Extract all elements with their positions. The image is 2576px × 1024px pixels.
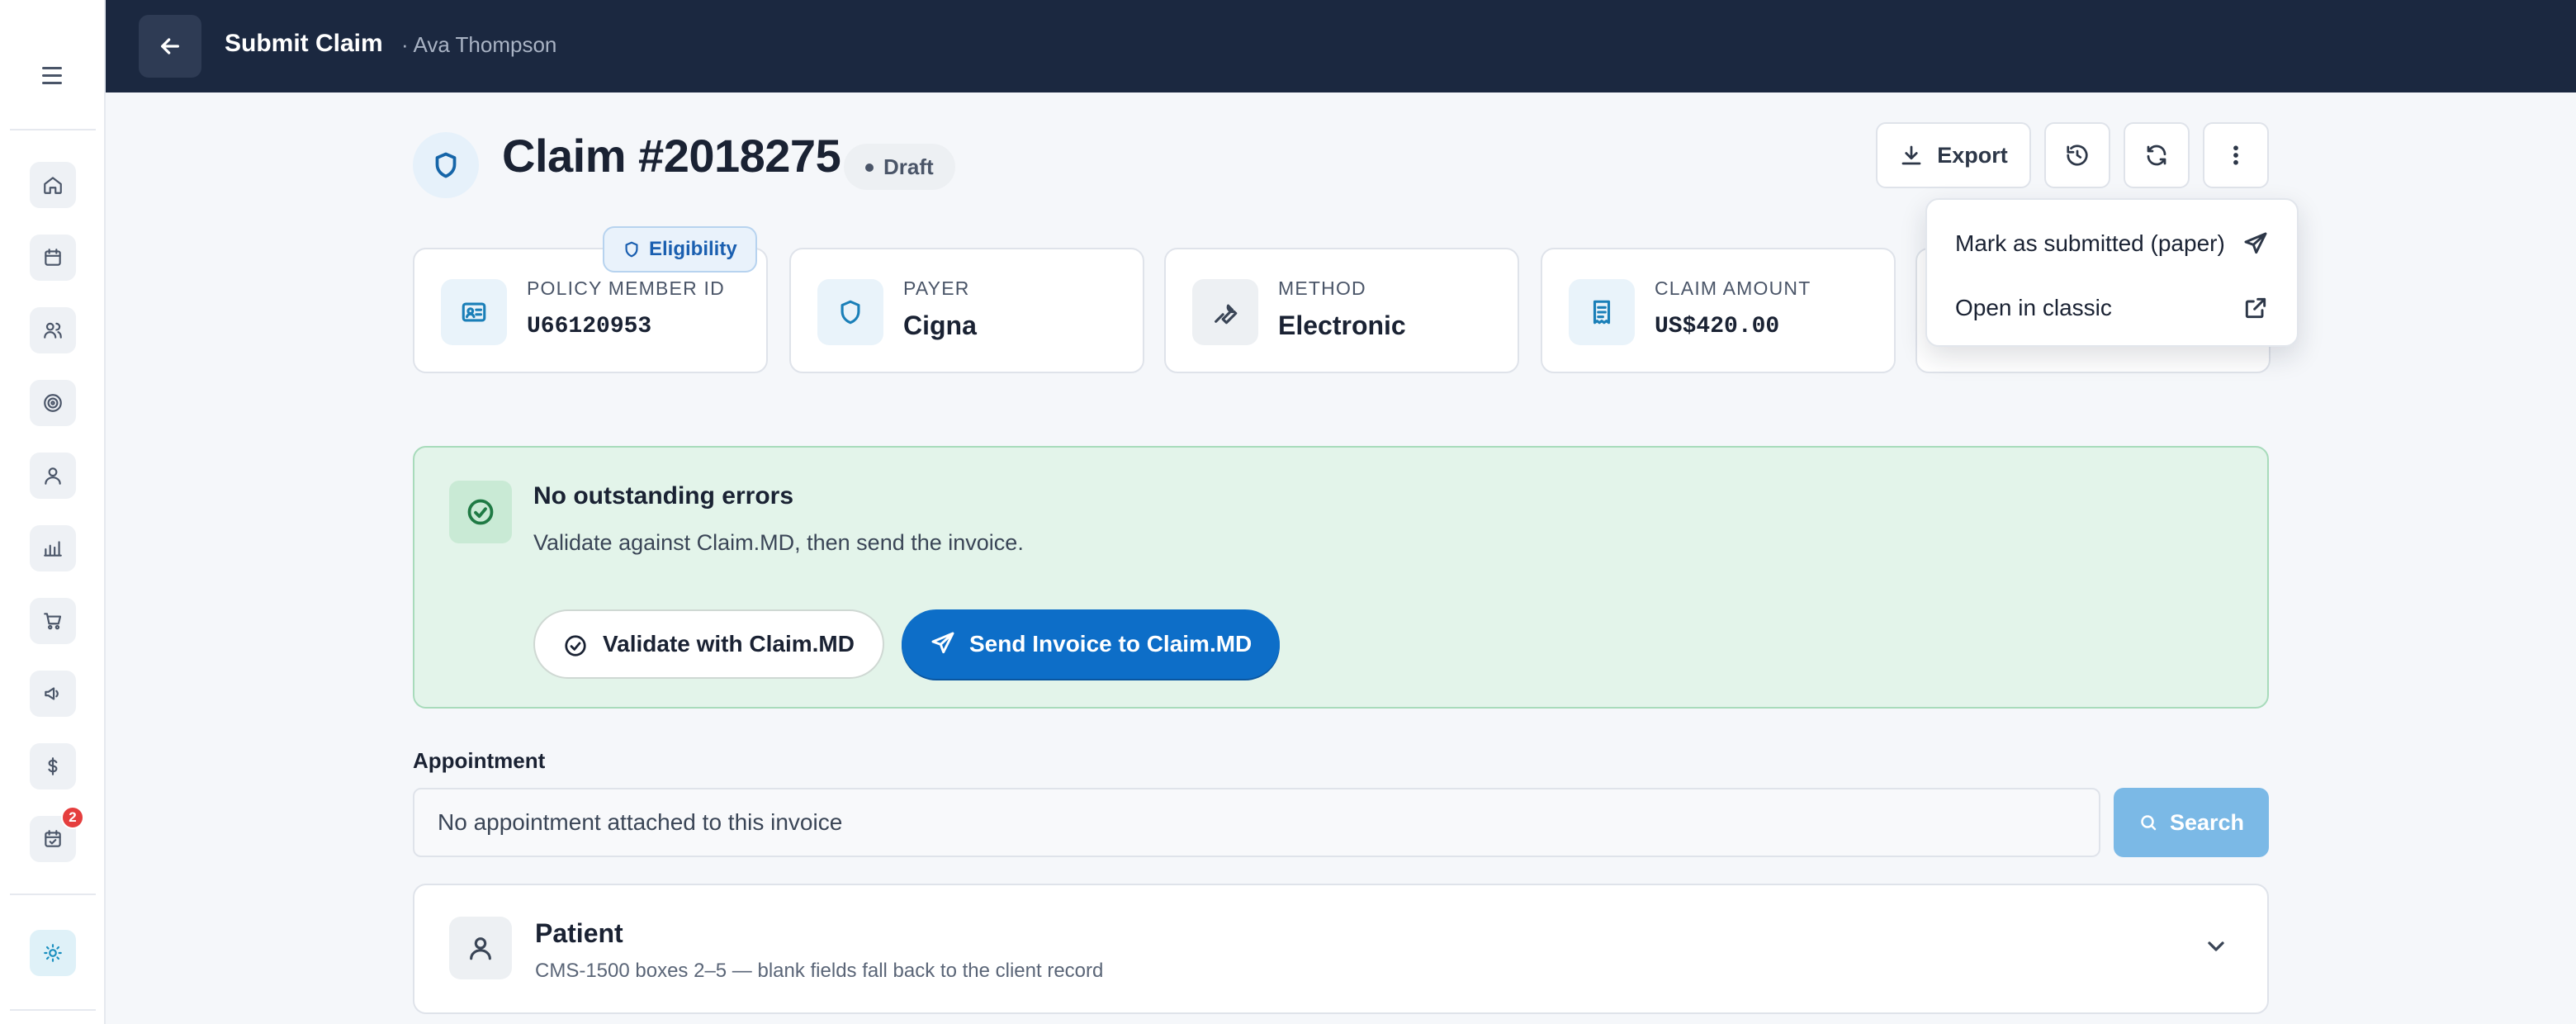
card-value: U66120953 <box>527 314 652 339</box>
section-subtitle: CMS-1500 boxes 2–5 — blank fields fall b… <box>535 960 1104 982</box>
status-title: No outstanding errors <box>533 482 794 510</box>
menu-toggle-icon[interactable] <box>38 61 66 89</box>
notification-badge: 2 <box>61 806 84 829</box>
card-value: Cigna <box>903 311 977 340</box>
sidebar-item-theme[interactable] <box>30 930 76 976</box>
target-icon <box>44 394 62 412</box>
calendar-icon <box>45 249 61 266</box>
clients-icon <box>44 322 62 339</box>
back-button[interactable] <box>139 15 201 78</box>
export-label: Export <box>1937 142 2008 168</box>
search-label: Search <box>2169 809 2245 835</box>
sidebar-item-home[interactable] <box>30 162 76 208</box>
validate-label: Validate with Claim.MD <box>603 631 855 657</box>
send-invoice-button[interactable]: Send Invoice to Claim.MD <box>902 609 1281 679</box>
more-options-menu: Mark as submitted (paper) Open in classi… <box>1925 198 2299 347</box>
claim-shield-icon <box>413 132 479 198</box>
shield-icon <box>817 279 883 345</box>
check-circle-icon <box>449 481 512 543</box>
check-circle-icon <box>565 635 586 657</box>
patient-section[interactable]: Patient CMS-1500 boxes 2–5 — blank field… <box>413 884 2269 1014</box>
card-label: Method <box>1278 277 1366 299</box>
sun-icon <box>44 944 62 962</box>
sidebar-divider <box>10 894 96 895</box>
sidebar-item-billing[interactable] <box>30 743 76 789</box>
arrow-left-icon <box>161 38 179 55</box>
eligibility-label: Eligibility <box>649 238 737 260</box>
more-vertical-icon <box>2233 145 2238 165</box>
download-icon <box>1901 145 1921 165</box>
card-label: Payer <box>903 277 970 299</box>
wrench-icon <box>1192 279 1258 345</box>
client-name: · Ava Thompson <box>401 32 557 57</box>
refresh-button[interactable] <box>2124 122 2190 188</box>
dollar-icon <box>48 757 58 775</box>
eligibility-badge[interactable]: Eligibility <box>603 226 757 273</box>
page-title: Submit Claim <box>225 30 383 57</box>
section-title: Patient <box>535 918 623 948</box>
chevron-down-icon[interactable] <box>2203 933 2229 960</box>
sidebar-divider <box>10 129 96 130</box>
user-icon <box>449 917 512 979</box>
status-text: Validate against Claim.MD, then send the… <box>533 530 1024 555</box>
calendar-check-icon <box>45 830 61 847</box>
card-label: Policy Member ID <box>527 277 725 299</box>
history-icon <box>2067 145 2088 166</box>
home-icon <box>44 177 62 194</box>
export-button[interactable]: Export <box>1876 122 2031 188</box>
search-icon <box>2141 815 2157 831</box>
sidebar-item-clients[interactable] <box>30 307 76 353</box>
receipt-icon <box>1569 279 1635 345</box>
appointment-label: Appointment <box>413 748 546 773</box>
card-value: Electronic <box>1278 311 1406 340</box>
payer-card: Payer Cigna <box>789 248 1144 373</box>
send-icon <box>931 632 954 654</box>
status-badge: Draft <box>844 144 955 190</box>
claim-title: Claim #2018275 <box>502 130 841 182</box>
validate-button[interactable]: Validate with Claim.MD <box>533 609 884 679</box>
sidebar-item-profile[interactable] <box>30 453 76 499</box>
sidebar-item-marketing[interactable] <box>30 671 76 717</box>
sidebar-item-reports[interactable] <box>30 525 76 571</box>
external-link-icon <box>2245 297 2266 319</box>
method-card: Method Electronic <box>1164 248 1519 373</box>
sidebar: 2 <box>0 0 106 1024</box>
sidebar-item-tasks[interactable]: 2 <box>30 806 84 862</box>
sidebar-item-calendar[interactable] <box>30 235 76 281</box>
topbar: Submit Claim · Ava Thompson <box>106 0 2576 92</box>
sidebar-divider <box>10 1009 96 1011</box>
card-value: US$420.00 <box>1655 314 1780 339</box>
send-label: Send Invoice to Claim.MD <box>969 631 1252 657</box>
megaphone-icon <box>45 687 59 700</box>
menu-item-label: Mark as submitted (paper) <box>1955 230 2225 256</box>
cart-icon <box>44 613 62 630</box>
appointment-input[interactable] <box>413 788 2100 857</box>
shield-icon <box>625 241 638 258</box>
menu-item-mark-submitted[interactable]: Mark as submitted (paper) <box>1927 211 2297 276</box>
history-button[interactable] <box>2044 122 2110 188</box>
menu-item-label: Open in classic <box>1955 295 2112 320</box>
refresh-icon <box>2147 145 2166 166</box>
search-button[interactable]: Search <box>2114 788 2269 857</box>
id-card-icon <box>441 279 507 345</box>
validation-status-panel: No outstanding errors Validate against C… <box>413 446 2269 709</box>
bar-chart-icon <box>44 541 62 557</box>
sidebar-item-store[interactable] <box>30 598 76 644</box>
more-options-button[interactable] <box>2203 122 2269 188</box>
menu-item-open-classic[interactable]: Open in classic <box>1927 276 2297 340</box>
claim-amount-card: Claim Amount US$420.00 <box>1541 248 1896 373</box>
user-icon <box>45 467 61 485</box>
card-label: Claim Amount <box>1655 277 1811 299</box>
sidebar-item-goals[interactable] <box>30 380 76 426</box>
send-icon <box>2244 232 2267 254</box>
